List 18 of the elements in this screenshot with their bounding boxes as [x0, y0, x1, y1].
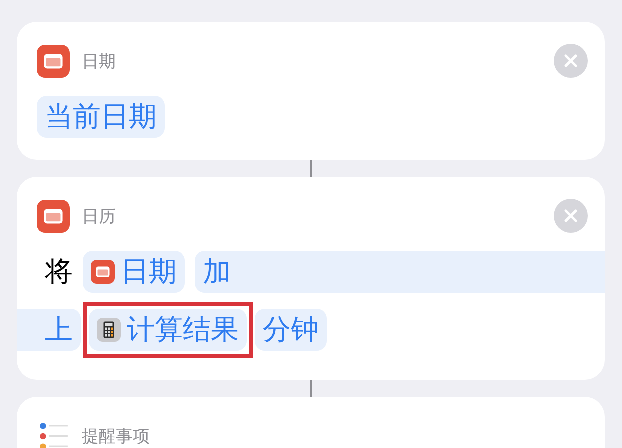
- close-button[interactable]: [554, 199, 588, 233]
- action-title: 日历: [82, 206, 117, 228]
- close-icon: [564, 209, 578, 223]
- sentence-word: 将: [45, 254, 73, 290]
- parameter-token[interactable]: 分钟: [255, 309, 327, 351]
- parameter-token[interactable]: 当前日期: [37, 96, 165, 138]
- calendar-icon: [37, 200, 70, 232]
- variable-token[interactable]: 计算结果: [89, 309, 247, 351]
- calculator-icon: [97, 318, 121, 342]
- variable-token[interactable]: 日期: [83, 251, 185, 293]
- calendar-icon: [91, 260, 115, 284]
- close-icon: [564, 54, 578, 68]
- calendar-icon: [37, 44, 70, 78]
- action-title: 日期: [82, 50, 117, 72]
- parameter-token[interactable]: 上: [17, 309, 81, 351]
- parameter-token[interactable]: 加: [195, 251, 605, 293]
- close-button[interactable]: [554, 44, 588, 78]
- action-title: 提醒事项: [82, 426, 151, 448]
